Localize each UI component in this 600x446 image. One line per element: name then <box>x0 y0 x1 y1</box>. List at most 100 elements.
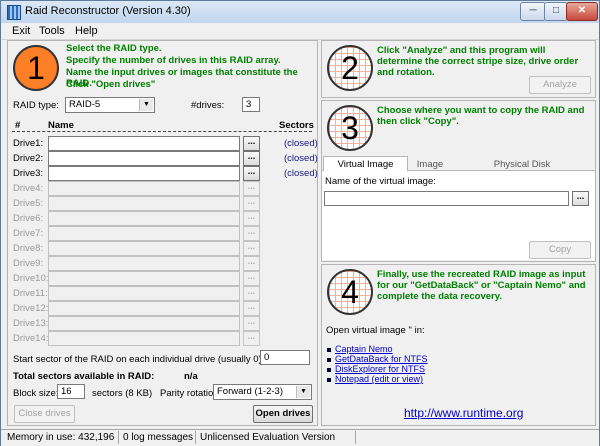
drive-status: (closed) <box>284 153 318 164</box>
browse-drive-button[interactable]: ... <box>243 211 260 226</box>
open-drives-button[interactable]: Open drives <box>253 405 313 423</box>
step1-instruction-1: Select the RAID type. <box>66 43 162 54</box>
drive-label: Drive3: <box>13 168 44 179</box>
step4-panel: 4 Finally, use the recreated RAID image … <box>321 264 596 426</box>
bullet-icon <box>327 368 331 372</box>
bullet-icon <box>327 358 331 362</box>
drive-name-input[interactable] <box>48 151 240 166</box>
window-title: Raid Reconstructor (Version 4.30) <box>25 5 191 17</box>
column-name-header: Name <box>48 120 74 131</box>
drive-label: Drive8: <box>13 243 44 254</box>
drive-name-input[interactable] <box>48 271 240 286</box>
column-sectors-header: Sectors <box>279 120 314 131</box>
analyze-button[interactable]: Analyze <box>529 76 591 94</box>
link-notepad[interactable]: Notepad (edit or view) <box>335 374 423 384</box>
tab-physical-disk[interactable]: Physical Disk <box>482 159 562 171</box>
step2-panel: 2 Click "Analyze" and this program will … <box>321 40 596 98</box>
menu-bar: Exit Tools Help <box>1 23 599 40</box>
start-sector-input[interactable]: 0 <box>260 350 310 365</box>
tab-image[interactable]: Image <box>410 159 450 171</box>
copy-button[interactable]: Copy <box>529 241 591 259</box>
raid-type-label: RAID type: <box>13 100 59 111</box>
raid-type-select[interactable]: RAID-5 ▼ <box>65 97 155 113</box>
close-window-button[interactable]: ✕ <box>566 2 598 21</box>
parity-rotation-select[interactable]: Forward (1-2-3) ▼ <box>213 384 312 400</box>
step1-instruction-2: Specify the number of drives in this RAI… <box>66 55 281 66</box>
step3-badge: 3 <box>327 105 373 151</box>
browse-drive-button[interactable]: ... <box>243 316 260 331</box>
bullet-icon <box>327 378 331 382</box>
step2-badge: 2 <box>327 45 373 91</box>
close-drives-button[interactable]: Close drives <box>14 405 75 423</box>
app-window: Raid Reconstructor (Version 4.30) ─ □ ✕ … <box>0 0 600 446</box>
browse-drive-button[interactable]: ... <box>243 181 260 196</box>
status-bar: Memory in use: 432,196 0 log messages Un… <box>1 429 599 446</box>
block-size-label: Block size: <box>13 388 59 399</box>
status-memory: Memory in use: 432,196 <box>3 431 119 444</box>
parity-rotation-value: Forward (1-2-3) <box>217 386 283 397</box>
drive-name-input[interactable] <box>48 181 240 196</box>
virtual-image-label: Name of the virtual image: <box>325 176 436 187</box>
drive-name-input[interactable] <box>48 166 240 181</box>
browse-drive-button[interactable]: ... <box>243 196 260 211</box>
browse-drive-button[interactable]: ... <box>243 136 260 151</box>
step4-badge: 4 <box>327 269 373 315</box>
status-license: Unlicensed Evaluation Version <box>196 431 356 444</box>
virtual-image-input[interactable] <box>324 191 569 206</box>
drive-label: Drive9: <box>13 258 44 269</box>
drive-name-input[interactable] <box>48 226 240 241</box>
browse-drive-button[interactable]: ... <box>243 301 260 316</box>
menu-exit[interactable]: Exit <box>12 25 30 37</box>
browse-drive-button[interactable]: ... <box>243 331 260 346</box>
chevron-down-icon: ▼ <box>296 386 310 398</box>
drive-label: Drive13: <box>13 318 49 329</box>
drive-label: Drive7: <box>13 228 44 239</box>
step3-panel: 3 Choose where you want to copy the RAID… <box>321 100 596 262</box>
drive-status: (closed) <box>284 138 318 149</box>
step1-panel: 1 Select the RAID type. Specify the numb… <box>7 40 318 426</box>
drive-name-input[interactable] <box>48 286 240 301</box>
website-link[interactable]: http://www.runtime.org <box>404 406 523 420</box>
minimize-button[interactable]: ─ <box>520 2 546 21</box>
browse-drive-button[interactable]: ... <box>243 241 260 256</box>
drive-name-input[interactable] <box>48 241 240 256</box>
drive-label: Drive10: <box>13 273 49 284</box>
browse-drive-button[interactable]: ... <box>243 226 260 241</box>
drive-label: Drive1: <box>13 138 44 149</box>
drive-name-input[interactable] <box>48 301 240 316</box>
open-virtual-image-label: Open virtual image '' in: <box>326 325 425 336</box>
block-size-suffix: sectors (8 KB) <box>92 388 153 399</box>
header-separator <box>12 131 312 132</box>
drive-label: Drive11: <box>13 288 48 299</box>
drive-name-input[interactable] <box>48 136 240 151</box>
total-sectors-value: n/a <box>184 371 198 382</box>
browse-drive-button[interactable]: ... <box>243 151 260 166</box>
drive-name-input[interactable] <box>48 256 240 271</box>
drive-name-input[interactable] <box>48 331 240 346</box>
step3-instruction: Choose where you want to copy the RAID a… <box>377 105 585 127</box>
drive-label: Drive5: <box>13 198 44 209</box>
drive-label: Drive14: <box>13 333 49 344</box>
link-getdataback-ntfs[interactable]: GetDataBack for NTFS <box>335 354 428 364</box>
browse-drive-button[interactable]: ... <box>243 271 260 286</box>
link-captain-nemo[interactable]: Captain Nemo <box>335 344 393 354</box>
browse-drive-button[interactable]: ... <box>243 286 260 301</box>
drive-name-input[interactable] <box>48 211 240 226</box>
block-size-input[interactable]: 16 <box>57 384 85 399</box>
start-sector-label: Start sector of the RAID on each individ… <box>13 354 265 365</box>
step2-instruction: Click "Analyze" and this program will de… <box>377 45 579 78</box>
drive-name-input[interactable] <box>48 196 240 211</box>
drive-name-input[interactable] <box>48 316 240 331</box>
drive-label: Drive4: <box>13 183 44 194</box>
browse-virtual-image-button[interactable]: ... <box>572 191 589 206</box>
step4-instruction: Finally, use the recreated RAID image as… <box>377 269 586 302</box>
link-diskexplorer-ntfs[interactable]: DiskExplorer for NTFS <box>335 364 425 374</box>
drive-label: Drive12: <box>13 303 49 314</box>
menu-tools[interactable]: Tools <box>39 25 65 37</box>
step1-instruction-4: Click "Open drives" <box>66 79 156 90</box>
maximize-button[interactable]: □ <box>544 2 568 21</box>
drives-count-input[interactable]: 3 <box>242 97 260 112</box>
browse-drive-button[interactable]: ... <box>243 256 260 271</box>
menu-help[interactable]: Help <box>75 25 98 37</box>
browse-drive-button[interactable]: ... <box>243 166 260 181</box>
